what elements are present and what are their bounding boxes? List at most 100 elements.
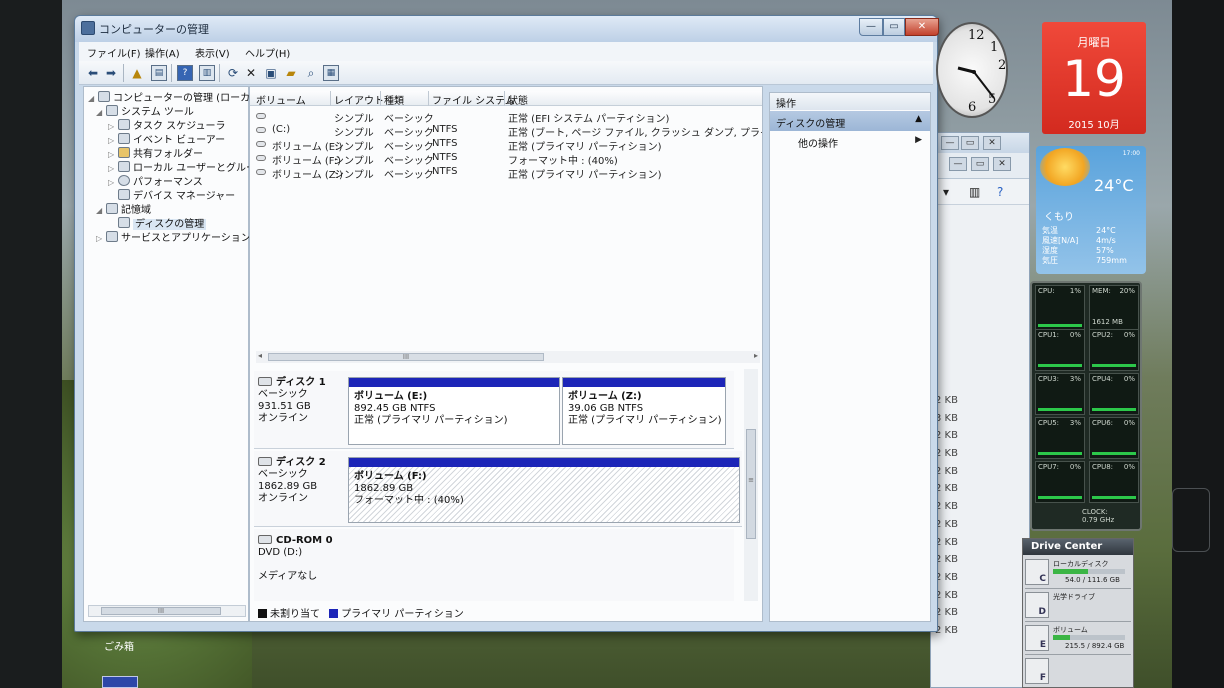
- scrollbar-thumb[interactable]: III: [101, 607, 221, 615]
- drive-center-gadget[interactable]: Drive Center C ローカルディスク 54.0 / 111.6 GB …: [1022, 538, 1134, 688]
- column-header-filesystem[interactable]: ファイル システム: [432, 92, 515, 107]
- tree-item-services-apps[interactable]: ▷ サービスとアプリケーション: [96, 229, 251, 244]
- collapse-icon[interactable]: ◢: [96, 206, 106, 215]
- volume-list-horizontal-scrollbar[interactable]: ◂ III ▸: [256, 351, 760, 363]
- collapse-icon[interactable]: ◢: [88, 94, 98, 103]
- minimize-button[interactable]: —: [859, 18, 883, 36]
- volume-row[interactable]: (C:) シンプル ベーシック NTFS 正常 (ブート, ページ ファイル, …: [250, 123, 762, 139]
- chevron-down-icon[interactable]: ▾: [943, 185, 949, 199]
- expand-icon[interactable]: ▷: [96, 234, 106, 243]
- background-address-bar[interactable]: — ▭ ✕: [931, 153, 1029, 179]
- cdrom-label[interactable]: CD-ROM 0 DVD (D:) メディアなし: [258, 535, 344, 583]
- action-pane-icon[interactable]: ▥: [199, 65, 215, 81]
- drive-row[interactable]: F: [1025, 656, 1131, 688]
- chevron-right-icon[interactable]: ▶: [915, 135, 922, 145]
- volume-row[interactable]: ボリューム (F:) シンプル ベーシック NTFS フォーマット中 : (40…: [250, 151, 762, 167]
- help-icon[interactable]: ?: [177, 65, 193, 81]
- drive-row[interactable]: E ボリューム 215.5 / 892.4 GB: [1025, 623, 1131, 655]
- expand-icon[interactable]: ▷: [108, 150, 118, 159]
- back-arrow-icon[interactable]: ⬅: [85, 65, 101, 81]
- menu-view[interactable]: 表示(V): [195, 45, 230, 60]
- tree-item-shared-folders[interactable]: ▷ 共有フォルダー: [108, 145, 203, 160]
- more-actions-item[interactable]: 他の操作: [798, 135, 838, 150]
- volume-row[interactable]: ボリューム (E:) シンプル ベーシック NTFS 正常 (プライマリ パーテ…: [250, 137, 762, 153]
- expand-icon[interactable]: ▷: [108, 122, 118, 131]
- open-folder-icon[interactable]: ▰: [283, 65, 299, 81]
- partition-e[interactable]: ボリューム (E:) 892.45 GB NTFS 正常 (プライマリ パーティ…: [348, 377, 560, 445]
- drive-row[interactable]: D 光学ドライブ: [1025, 590, 1131, 622]
- volume-row[interactable]: シンプル ベーシック 正常 (EFI システム パーティション): [250, 109, 762, 125]
- tree-item-task-scheduler[interactable]: ▷ タスク スケジューラ: [108, 117, 225, 132]
- tree-item-device-manager[interactable]: デバイス マネージャー: [118, 187, 235, 202]
- help-icon[interactable]: ?: [997, 185, 1003, 199]
- disk-2-label[interactable]: ディスク 2 ベーシック 1862.89 GB オンライン: [258, 457, 344, 505]
- column-divider[interactable]: [504, 91, 505, 106]
- background-child-close-button[interactable]: ✕: [993, 157, 1011, 171]
- calendar-gadget[interactable]: 月曜日 19 2015 10月: [1042, 22, 1146, 134]
- column-divider[interactable]: [330, 91, 331, 106]
- actions-header: 操作: [770, 93, 930, 110]
- window-titlebar[interactable]: コンピューターの管理 — ▭ ✕: [75, 16, 939, 42]
- desktop-icon[interactable]: [102, 676, 138, 688]
- tree-item-disk-management[interactable]: ディスクの管理: [118, 215, 207, 230]
- background-child-minimize-button[interactable]: —: [949, 157, 967, 171]
- expand-icon[interactable]: ▷: [108, 136, 118, 145]
- cpu-meter-gadget[interactable]: CPU: 1% MEM: 20% CPU1: 0% CPU2: 0% CPU3: 3% C…: [1030, 281, 1142, 531]
- expand-icon[interactable]: ▷: [108, 178, 118, 187]
- scroll-left-arrow-icon[interactable]: ◂: [258, 351, 262, 360]
- background-maximize-button[interactable]: ▭: [961, 136, 979, 150]
- background-child-maximize-button[interactable]: ▭: [971, 157, 989, 171]
- menu-file[interactable]: ファイル(F): [87, 45, 141, 60]
- drive-icon: F: [1025, 658, 1049, 684]
- tree-item-root[interactable]: ◢ コンピューターの管理 (ローカル): [88, 89, 264, 104]
- column-header-layout[interactable]: レイアウト: [334, 92, 384, 107]
- menu-help[interactable]: ヘルプ(H): [245, 45, 290, 60]
- background-minimize-button[interactable]: —: [941, 136, 959, 150]
- tree-item-local-users[interactable]: ▷ ローカル ユーザーとグループ: [108, 159, 265, 174]
- column-divider[interactable]: [428, 91, 429, 106]
- export-list-icon[interactable]: ▦: [323, 65, 339, 81]
- refresh-icon[interactable]: ⟳: [225, 65, 241, 81]
- background-explorer-window[interactable]: — ▭ ✕ — ▭ ✕ ▾ ▥ ? 2 KB 3 KB 2 KB 2 KB 2 …: [930, 132, 1030, 688]
- recycle-bin-label[interactable]: ごみ箱: [104, 638, 134, 653]
- preview-pane-icon[interactable]: ▥: [969, 185, 980, 199]
- partition-f[interactable]: ボリューム (F:) 1862.89 GB フォーマット中 : (40%): [348, 457, 740, 523]
- up-folder-icon[interactable]: ▲: [129, 65, 145, 81]
- weather-gadget[interactable]: 17:00 24°C くもり 気温 24°C 風速[N/A] 4m/s 湿度 57% …: [1036, 146, 1146, 274]
- column-divider[interactable]: [380, 91, 381, 106]
- computer-management-window[interactable]: コンピューターの管理 — ▭ ✕ ファイル(F) 操作(A) 表示(V) ヘルプ…: [74, 15, 939, 632]
- expand-icon[interactable]: ▷: [108, 164, 118, 173]
- background-window-titlebar[interactable]: — ▭ ✕: [931, 133, 1029, 153]
- background-close-button[interactable]: ✕: [983, 136, 1001, 150]
- forward-arrow-icon[interactable]: ➡: [103, 65, 119, 81]
- partition-z[interactable]: ボリューム (Z:) 39.06 GB NTFS 正常 (プライマリ パーティシ…: [562, 377, 726, 445]
- scrollbar-thumb[interactable]: ≡: [746, 429, 756, 539]
- clock-gadget[interactable]: 12 1 2 6 5: [936, 22, 1008, 118]
- maximize-button[interactable]: ▭: [883, 18, 905, 36]
- tree-item-event-viewer[interactable]: ▷ イベント ビューアー: [108, 131, 225, 146]
- column-header-volume[interactable]: ボリューム: [256, 92, 306, 107]
- column-header-status[interactable]: 状態: [508, 92, 528, 107]
- chevron-up-icon[interactable]: ▲: [915, 114, 922, 124]
- drive-row[interactable]: C ローカルディスク 54.0 / 111.6 GB: [1025, 557, 1131, 589]
- partition-name: ボリューム (E:): [354, 391, 428, 402]
- disk-1-label[interactable]: ディスク 1 ベーシック 931.51 GB オンライン: [258, 377, 344, 425]
- tree-item-storage[interactable]: ◢ 記憶域: [96, 201, 151, 216]
- close-button[interactable]: ✕: [905, 18, 939, 36]
- delete-icon[interactable]: ✕: [243, 65, 259, 81]
- properties-icon[interactable]: ▣: [263, 65, 279, 81]
- scrollbar-thumb[interactable]: III: [268, 353, 544, 361]
- column-header-type[interactable]: 種類: [384, 92, 404, 107]
- disk-graph-vertical-scrollbar[interactable]: ≡: [744, 369, 758, 601]
- console-tree-icon[interactable]: ▤: [151, 65, 167, 81]
- cpu-clock: CLOCK: 0.79 GHz: [1082, 508, 1114, 524]
- tree-horizontal-scrollbar[interactable]: III: [88, 605, 246, 617]
- actions-section-disk-management[interactable]: ディスクの管理 ▲: [770, 111, 930, 131]
- menu-action[interactable]: 操作(A): [145, 45, 180, 60]
- search-icon[interactable]: ⌕: [303, 65, 319, 81]
- volume-row[interactable]: ボリューム (Z:) シンプル ベーシック NTFS 正常 (プライマリ パーテ…: [250, 165, 762, 181]
- tree-item-performance[interactable]: ▷ パフォーマンス: [108, 173, 203, 188]
- scroll-right-arrow-icon[interactable]: ▸: [754, 351, 758, 360]
- tree-item-system-tools[interactable]: ◢ システム ツール: [96, 103, 194, 118]
- collapse-icon[interactable]: ◢: [96, 108, 106, 117]
